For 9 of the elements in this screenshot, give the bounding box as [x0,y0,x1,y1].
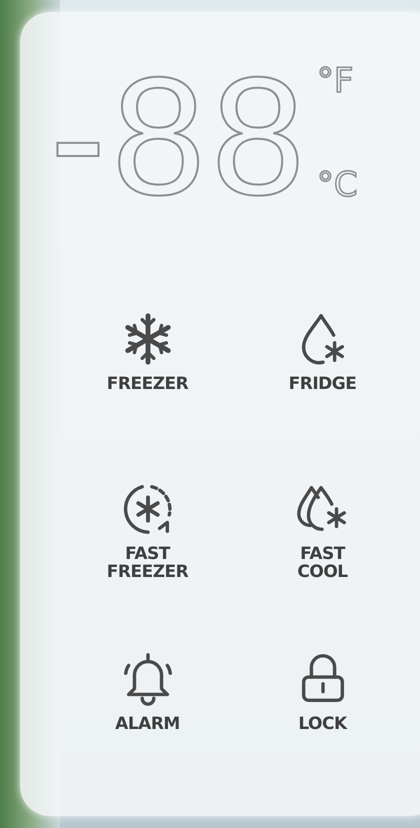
panel-button[interactable]: LOCK [235,650,410,778]
panel-button[interactable]: FAST COOL [235,480,410,608]
temperature-readout: -88 [50,52,311,220]
panel-button[interactable]: FAST FREEZER [60,480,235,608]
unit-label: °C [316,168,358,202]
panel-button[interactable]: FRIDGE [235,310,410,438]
unit-label: °F [316,64,354,98]
panel-button[interactable]: FREEZER [60,310,235,438]
panel-button[interactable]: ALARM [60,650,235,778]
